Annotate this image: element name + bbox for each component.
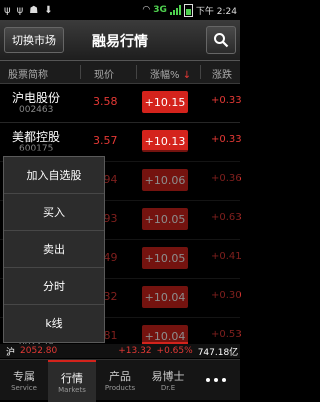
battery-icon — [183, 3, 193, 17]
sort-desc-icon: ↓ — [179, 70, 192, 81]
stock-price: 3.57 — [93, 134, 118, 147]
signal-icon — [169, 5, 181, 15]
change-pct-badge: +10.13 — [142, 130, 188, 152]
change-amount: +0.33 — [211, 95, 242, 106]
tab-sublabel: Service — [11, 384, 37, 392]
tab-service[interactable]: 专属 Service — [0, 360, 48, 400]
table-row[interactable]: 沪电股份 002463 3.58 +10.15 +0.33 — [0, 84, 242, 123]
context-menu: 加入自选股 买入 卖出 分时 k线 — [3, 156, 105, 343]
menu-item-sell[interactable]: 卖出 — [4, 231, 104, 268]
usb-debug-icon: ψ — [16, 4, 24, 16]
change-amount: +0.33 — [211, 134, 242, 145]
usb-icon: ψ — [4, 4, 11, 16]
tab-products[interactable]: 产品 Products — [96, 360, 144, 400]
search-button[interactable] — [206, 26, 236, 54]
menu-item-intraday[interactable]: 分时 — [4, 268, 104, 305]
more-dots-icon — [206, 378, 226, 382]
ticker-change-pct: +0.65% — [156, 346, 193, 356]
ticker-index: 2052.80 — [20, 346, 58, 356]
tab-sublabel: Products — [104, 384, 136, 392]
stock-code: 002463 — [19, 105, 54, 115]
more-button[interactable] — [192, 360, 240, 400]
tab-markets[interactable]: 行情 Markets — [48, 360, 96, 402]
column-header: 股票简称 现价 涨幅% ↓ 涨跌 — [0, 61, 240, 84]
ticker-change: +13.32 — [118, 346, 152, 356]
change-pct-badge: +10.15 — [142, 91, 188, 113]
bottom-nav: 专属 Service 行情 Markets 产品 Products 易博士 Dr… — [0, 359, 240, 402]
col-price[interactable]: 现价 — [94, 66, 114, 81]
menu-item-buy[interactable]: 买入 — [4, 194, 104, 231]
tab-sublabel: Dr.E — [160, 384, 176, 392]
title-bar: 切换市场 融易行情 — [0, 20, 240, 61]
stock-name: 美都控股 — [12, 130, 61, 144]
tab-label: 易博士 — [151, 370, 185, 383]
menu-item-add-watchlist[interactable]: 加入自选股 — [4, 157, 104, 194]
tab-dr-e[interactable]: 易博士 Dr.E — [144, 360, 192, 400]
index-ticker[interactable]: 沪 2052.80 +13.32 +0.65% 747.18亿 — [0, 344, 240, 358]
stock-name: 沪电股份 — [12, 91, 61, 105]
col-change-amt[interactable]: 涨跌 — [212, 66, 232, 81]
tab-label: 专属 — [13, 370, 35, 383]
tab-label: 产品 — [109, 370, 131, 383]
col-name[interactable]: 股票简称 — [8, 66, 48, 81]
status-bar: ψ ψ ☗ ⬇ ◠ 3G 下午 2:24 — [0, 0, 240, 20]
stock-price: 3.58 — [93, 95, 118, 108]
search-icon — [214, 33, 229, 48]
download-icon: ⬇ — [44, 4, 53, 16]
network-type: 3G — [153, 5, 167, 15]
android-icon: ☗ — [29, 4, 39, 16]
ticker-volume: 747.18亿 — [197, 347, 239, 358]
clock: 下午 2:24 — [195, 6, 237, 17]
ticker-market: 沪 — [6, 347, 16, 358]
wifi-icon: ◠ — [142, 5, 151, 15]
tab-label: 行情 — [61, 372, 83, 385]
col-change-pct[interactable]: 涨幅% ↓ — [150, 66, 191, 81]
page-title: 融易行情 — [92, 34, 148, 50]
tab-sublabel: Markets — [58, 386, 86, 394]
menu-item-kline[interactable]: k线 — [4, 305, 104, 341]
